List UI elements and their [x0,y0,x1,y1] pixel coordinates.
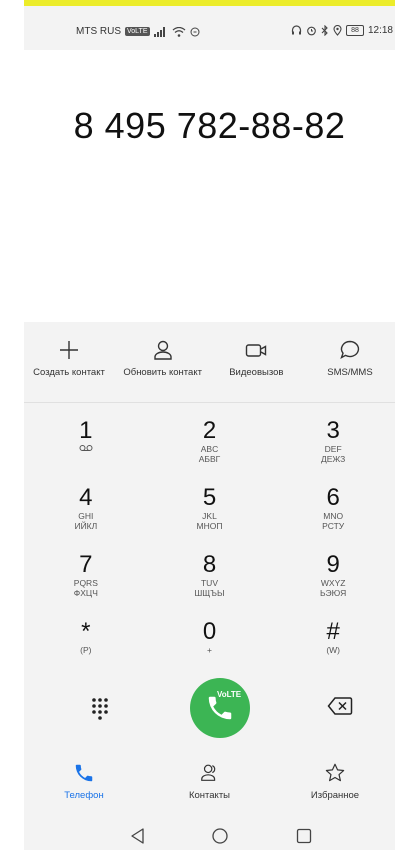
carrier-label: MTS RUS [76,26,121,37]
signal-icon [153,26,165,37]
dialed-number[interactable]: 8 495 782-88-82 [24,105,395,147]
key-letters: TUV [200,578,218,588]
key-letters: DEF [324,444,342,454]
sms-button[interactable]: SMS/MMS [305,338,395,398]
key-5[interactable]: 5 JKL МНОП [148,485,272,552]
key-digit: 5 [202,484,217,511]
key-digit: 9 [326,551,340,578]
key-digit: * [81,618,91,645]
recents-icon[interactable] [294,826,314,846]
number-display[interactable]: 8 495 782-88-82 [24,50,395,190]
voicemail-icon [79,445,93,451]
back-icon[interactable] [128,826,148,846]
backspace-icon[interactable] [327,696,353,716]
dial-keypad: 1 2 ABC АБВГ 3 DEF ДЕЖЗ 4 GHI ИЙКЛ 5 JKL… [24,418,395,686]
nav-contacts-label: Контакты [188,790,231,801]
call-button[interactable]: VoLTE [190,678,250,738]
volte-call-label: VoLTE [217,690,242,699]
key-digit: 6 [326,484,340,511]
contacts-icon [200,764,215,781]
key-letters-cyr: АБВГ [198,454,221,464]
location-icon [333,25,342,36]
headset-icon [291,25,302,35]
nfc-icon [190,27,199,36]
key-letters-cyr: ДЕЖЗ [320,454,346,464]
key-letters-cyr: ШЩЪЫ [194,588,225,598]
call-row: VoLTE [24,678,395,738]
key-2[interactable]: 2 ABC АБВГ [148,418,272,485]
quick-actions: Создать контакт Обновить контакт Видеовы… [24,338,395,398]
volte-badge: VoLTE [125,27,150,36]
chat-bubble-icon [340,340,360,359]
nav-contacts[interactable]: Контакты [150,762,270,812]
key-0[interactable]: 0 + [148,619,272,686]
home-icon[interactable] [210,826,230,846]
create-contact-button[interactable]: Создать контакт [24,338,114,398]
key-letters: PQRS [73,578,98,588]
key-hash[interactable]: # (W) [271,619,395,686]
phone-icon [75,764,93,782]
status-right: 88 12:18 [291,25,393,36]
divider [24,402,395,403]
bluetooth-icon [321,25,328,36]
key-digit: 0 [202,618,217,645]
update-contact-button[interactable]: Обновить контакт [118,338,208,398]
nav-phone[interactable]: Телефон [24,762,144,812]
star-icon [325,763,345,782]
key-digit: 7 [79,551,93,578]
plus-icon [60,341,78,359]
key-letters: JKL [202,511,217,521]
status-left: MTS RUS VoLTE [76,26,200,37]
key-letters-cyr: ИЙКЛ [74,521,98,531]
key-letters: MNO [323,511,344,521]
update-contact-label: Обновить контакт [123,367,202,378]
video-call-label: Видеовызов [229,367,284,378]
video-camera-icon [246,344,267,357]
nav-favorites[interactable]: Избранное [275,762,395,812]
nav-phone-label: Телефон [64,790,104,801]
bottom-nav: Телефон Контакты Избранное [24,762,395,812]
key-3[interactable]: 3 DEF ДЕЖЗ [271,418,395,485]
system-nav-bar [24,824,395,850]
key-letters: GHI [78,511,94,521]
suggestions-area [24,190,395,322]
key-letters-cyr: ЬЭЮЯ [319,588,347,598]
key-digit: 3 [326,417,340,444]
key-digit: # [326,618,340,645]
status-bar: MTS RUS VoLTE 88 12:18 [24,22,395,46]
key-digit: 1 [79,417,93,444]
sms-label: SMS/MMS [327,367,373,378]
dialpad-toggle-icon[interactable] [86,694,114,722]
nav-favorites-label: Избранное [310,790,360,801]
alarm-icon [307,26,316,36]
key-6[interactable]: 6 MNO РСТУ [271,485,395,552]
key-letters: WXYZ [320,578,346,588]
key-8[interactable]: 8 TUV ШЩЪЫ [148,552,272,619]
key-digit: 8 [202,551,217,578]
battery-icon: 88 [345,25,364,36]
key-letters: (P) [80,645,92,655]
person-icon [153,340,172,360]
create-contact-label: Создать контакт [33,367,105,378]
status-time: 12:18 [367,25,393,36]
top-accent-bar [24,0,395,6]
key-letters-cyr: РСТУ [322,521,345,531]
key-letters: (W) [326,645,340,655]
key-7[interactable]: 7 PQRS ФХЦЧ [24,552,148,619]
key-star[interactable]: * (P) [24,619,148,686]
video-call-button[interactable]: Видеовызов [211,338,301,398]
key-digit: 4 [79,484,93,511]
key-letters: ABC [200,444,219,454]
key-letters-cyr: ФХЦЧ [73,588,98,598]
phone-screen: MTS RUS VoLTE 88 12:18 8 495 782-88-82 С… [24,0,395,850]
key-digit: 2 [202,417,217,444]
key-letters: + [207,645,212,655]
key-1[interactable]: 1 [24,418,148,485]
key-9[interactable]: 9 WXYZ ЬЭЮЯ [271,552,395,619]
key-letters-cyr: МНОП [196,521,223,531]
wifi-icon [172,26,185,37]
key-4[interactable]: 4 GHI ИЙКЛ [24,485,148,552]
